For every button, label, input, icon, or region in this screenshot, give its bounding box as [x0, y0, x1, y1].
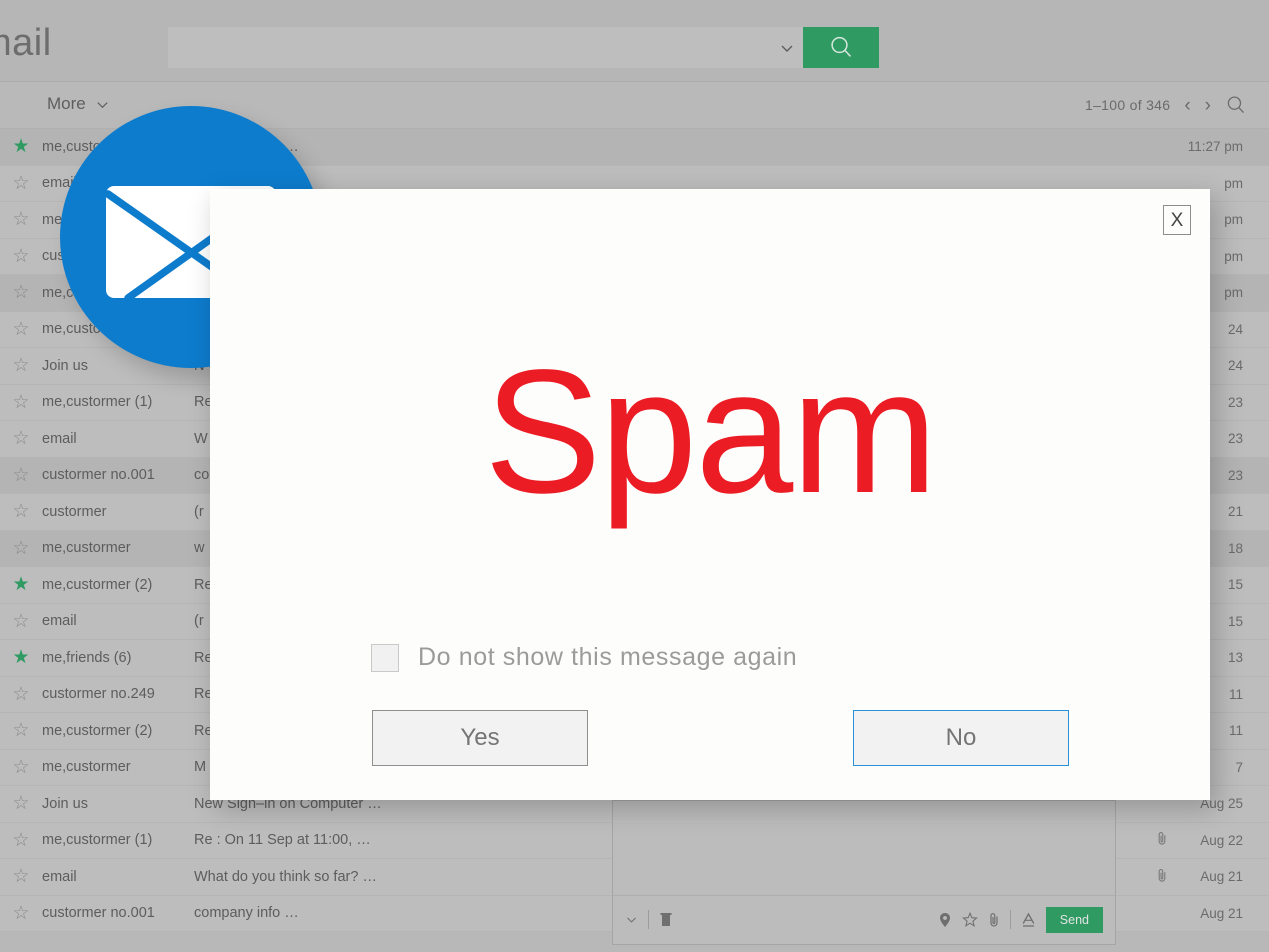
- star-outline-icon[interactable]: ☆: [0, 502, 42, 521]
- email-date: Aug 22: [1200, 832, 1243, 848]
- pagination: 1–100 of 346 ‹ ›: [1085, 94, 1247, 116]
- search-options-chevron[interactable]: [771, 27, 803, 68]
- compose-options-button[interactable]: [625, 913, 638, 926]
- star-outline-icon[interactable]: ☆: [0, 283, 42, 302]
- star-outline-icon[interactable]: ☆: [0, 904, 42, 923]
- location-pin-icon: [939, 912, 950, 927]
- email-sender: email: [42, 868, 77, 885]
- star-outline-icon[interactable]: ☆: [0, 721, 42, 740]
- star-filled-icon[interactable]: ★: [0, 575, 42, 594]
- star-icon: [961, 911, 978, 927]
- email-date: 11:27 pm: [1187, 139, 1243, 155]
- yes-button[interactable]: Yes: [372, 710, 588, 766]
- app-logo: mail: [0, 22, 52, 64]
- email-sender: email: [42, 430, 77, 447]
- star-outline-icon[interactable]: ☆: [0, 247, 42, 266]
- discard-draft-button[interactable]: [659, 912, 673, 928]
- email-sender: me,custormer (1): [42, 394, 153, 411]
- email-sender: custormer no.001: [42, 467, 155, 484]
- star-filled-icon[interactable]: ★: [0, 137, 42, 156]
- email-sender: me,friends (6): [42, 649, 132, 666]
- next-page-button[interactable]: ›: [1205, 96, 1211, 115]
- spam-confirmation-dialog: X Spam Do not show this message again Ye…: [210, 189, 1210, 800]
- attach-file-button[interactable]: [988, 912, 1000, 928]
- paperclip-icon: [1147, 868, 1177, 886]
- search-icon: [830, 36, 851, 57]
- dialog-title: Spam: [484, 334, 938, 530]
- insert-location-button[interactable]: [938, 912, 952, 928]
- no-button[interactable]: No: [853, 710, 1069, 766]
- search-button[interactable]: [803, 27, 879, 68]
- app-root: mail More: [0, 0, 1269, 952]
- star-outline-icon[interactable]: ☆: [0, 356, 42, 375]
- email-sender: Join us: [42, 795, 88, 812]
- compose-window: Send: [612, 800, 1116, 945]
- email-subject: company info …: [194, 139, 1147, 155]
- star-outline-icon[interactable]: ☆: [0, 539, 42, 558]
- trash-icon: [660, 912, 672, 926]
- toolbar-divider: [648, 910, 649, 929]
- email-sender: me,custormer (2): [42, 576, 153, 593]
- paperclip-icon: [990, 912, 998, 927]
- star-outline-icon[interactable]: ☆: [0, 831, 42, 850]
- send-button[interactable]: Send: [1045, 906, 1103, 933]
- search-icon[interactable]: [1225, 94, 1247, 116]
- prev-page-button[interactable]: ‹: [1184, 96, 1190, 115]
- email-sender: custormer no.249: [42, 686, 155, 703]
- email-sender: custormer: [42, 503, 107, 520]
- pagination-count: 1–100 of 346: [1084, 97, 1171, 113]
- star-outline-icon[interactable]: ☆: [0, 174, 42, 193]
- star-outline-icon[interactable]: ☆: [0, 393, 42, 412]
- star-outline-icon[interactable]: ☆: [0, 685, 42, 704]
- email-sender: me,custormer: [42, 540, 131, 557]
- chevron-down-icon: [627, 917, 636, 923]
- star-outline-icon[interactable]: ☆: [0, 429, 42, 448]
- star-outline-icon[interactable]: ☆: [0, 794, 42, 813]
- text-format-icon: [1022, 912, 1035, 927]
- email-sender: me,custormer (2): [42, 722, 153, 739]
- app-header: mail: [0, 0, 1269, 82]
- do-not-show-again-checkbox[interactable]: [371, 643, 399, 672]
- email-sender: me,custormer (1): [42, 832, 153, 849]
- star-outline-icon[interactable]: ☆: [0, 210, 42, 229]
- do-not-show-again-row: Do not show this message again: [371, 643, 797, 672]
- email-sender: custormer no.001: [42, 905, 155, 922]
- close-dialog-button[interactable]: X: [1163, 205, 1191, 235]
- star-outline-icon[interactable]: ☆: [0, 466, 42, 485]
- star-outline-icon[interactable]: ☆: [0, 758, 42, 777]
- compose-body[interactable]: [613, 801, 1115, 896]
- email-date: Aug 21: [1200, 869, 1243, 885]
- toolbar-divider: [1009, 910, 1011, 929]
- star-outline-icon[interactable]: ☆: [0, 320, 42, 339]
- star-outline-icon[interactable]: ☆: [0, 612, 42, 631]
- text-format-button[interactable]: [1021, 912, 1036, 928]
- paperclip-icon: [1147, 831, 1177, 849]
- email-sender: me,custormer: [42, 759, 131, 776]
- compose-toolbar: Send: [613, 896, 1115, 943]
- star-filled-icon[interactable]: ★: [0, 648, 42, 667]
- email-date: Aug 21: [1200, 905, 1243, 921]
- search-input[interactable]: [168, 27, 771, 68]
- star-outline-icon[interactable]: ☆: [0, 867, 42, 886]
- search-bar: [168, 27, 879, 68]
- insert-star-button[interactable]: [961, 911, 978, 928]
- email-sender: email: [42, 613, 77, 630]
- chevron-down-icon: [781, 45, 793, 52]
- dialog-button-row: Yes No: [210, 710, 1210, 766]
- do-not-show-again-label: Do not show this message again: [418, 643, 798, 671]
